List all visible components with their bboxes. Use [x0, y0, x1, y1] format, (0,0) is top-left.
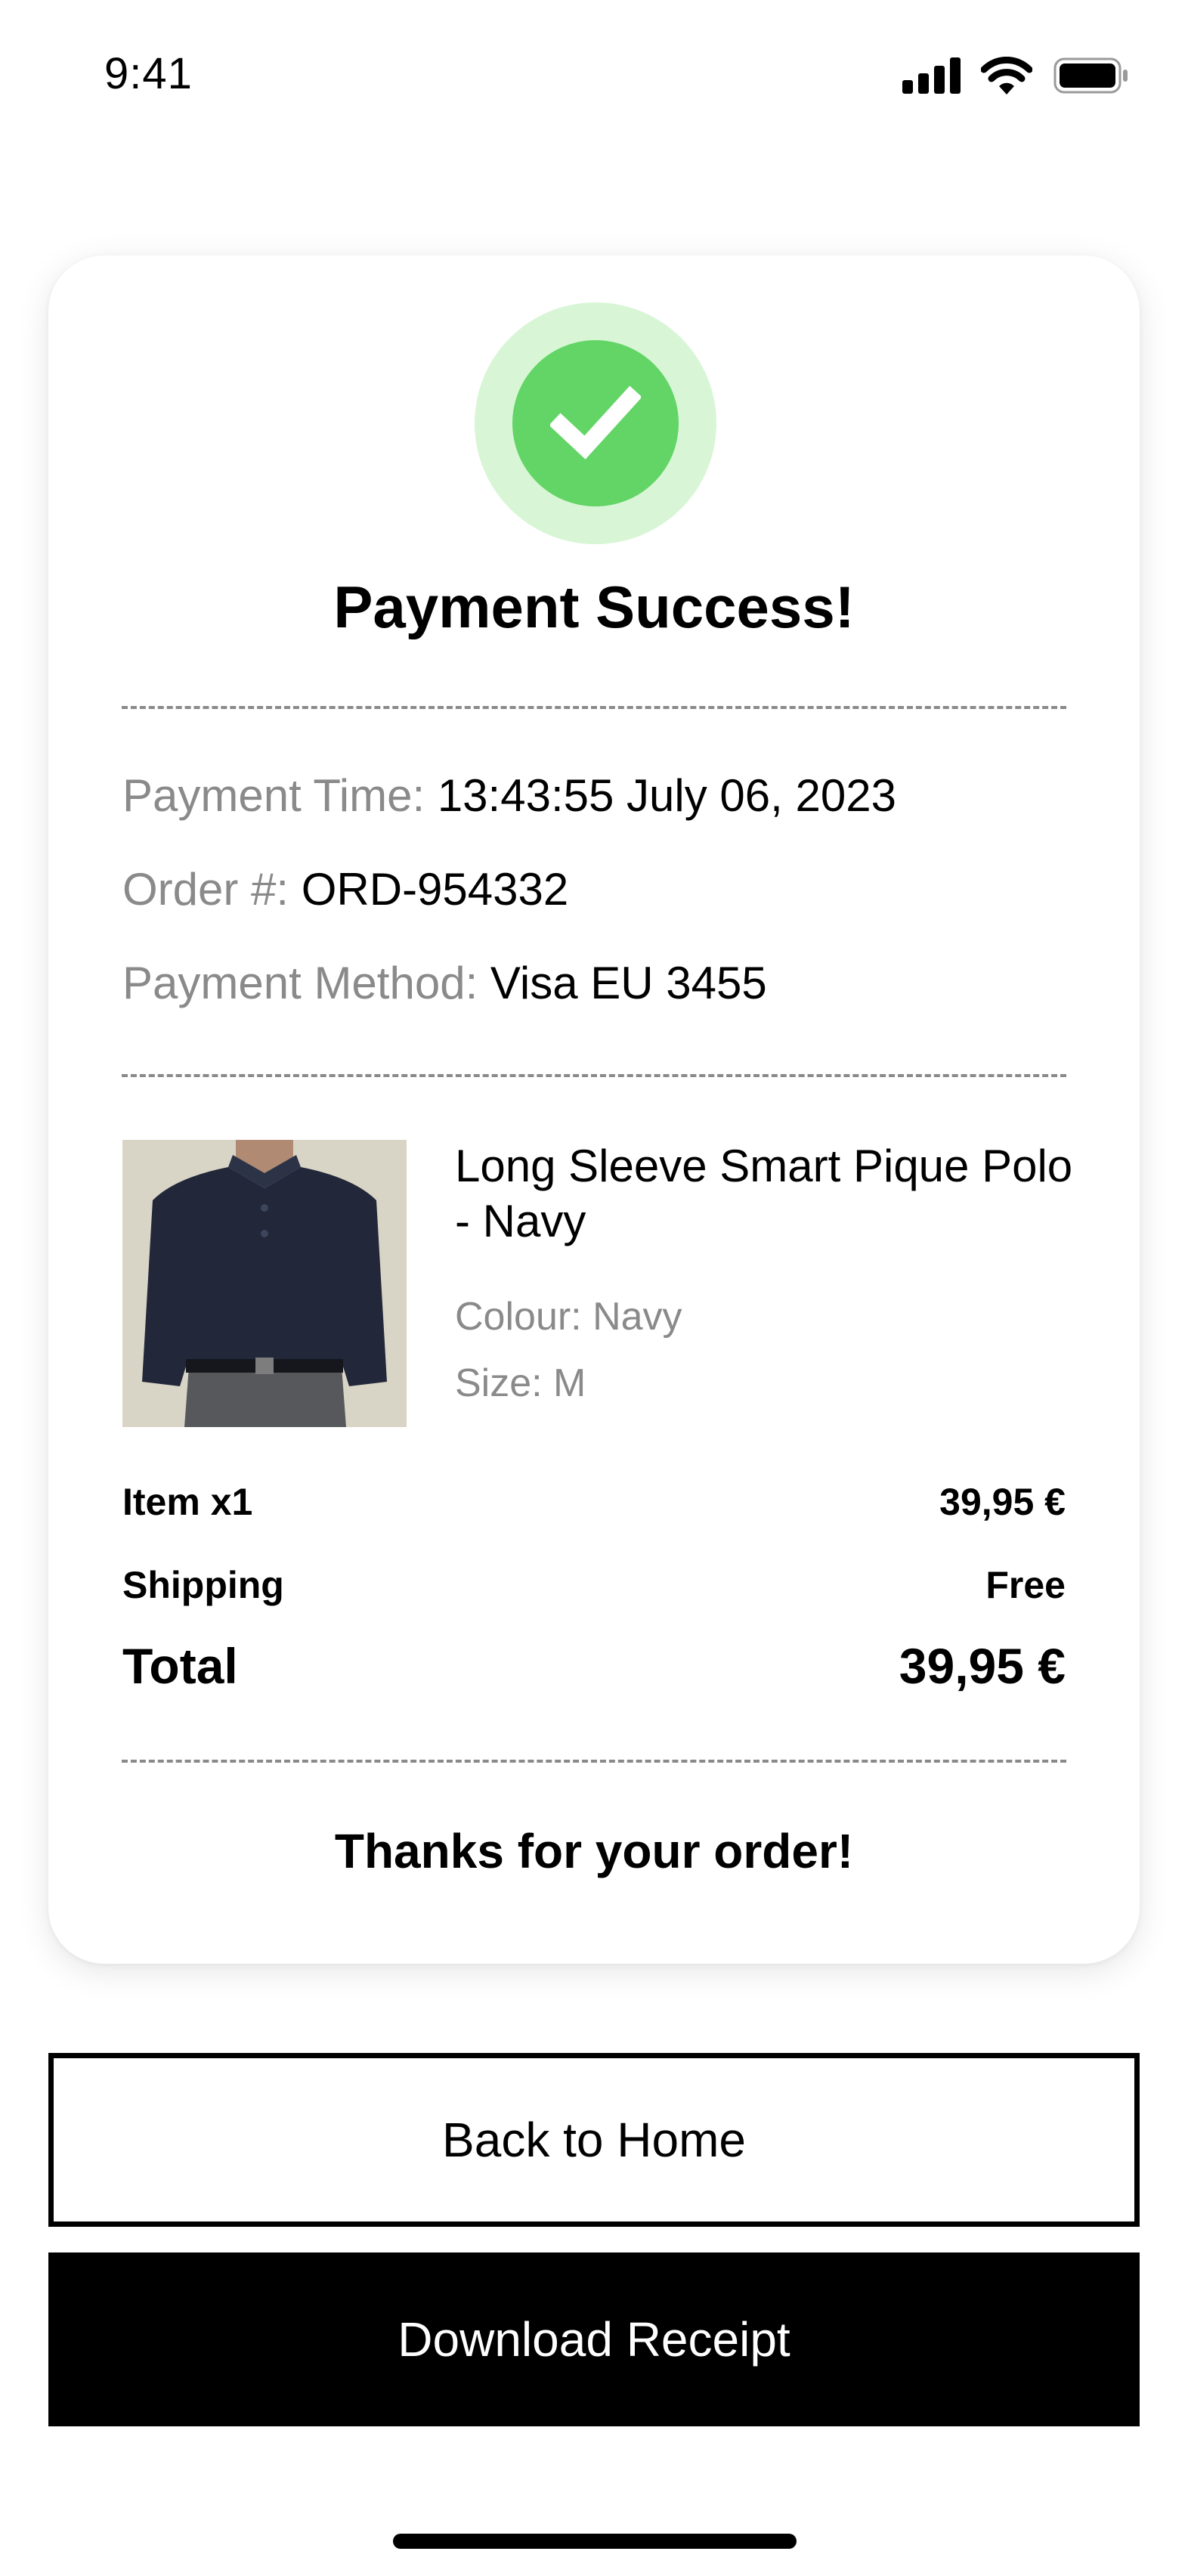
payment-time-value: 13:43:55 July 06, 2023: [437, 770, 896, 821]
status-icons: [902, 54, 1129, 97]
total-value: 39,95 €: [899, 1638, 1066, 1694]
dashed-divider: [122, 1760, 1066, 1763]
payment-time-row: Payment Time: 13:43:55 July 06, 2023: [122, 769, 896, 822]
download-receipt-button[interactable]: Download Receipt: [48, 2252, 1140, 2426]
battery-icon: [1053, 57, 1128, 94]
thanks-message: Thanks for your order!: [334, 1824, 854, 1878]
cellular-signal-icon: [902, 57, 961, 94]
product-size: Size: M: [455, 1361, 586, 1405]
total-label: Total: [122, 1638, 238, 1694]
order-number-value: ORD-954332: [301, 864, 569, 915]
home-indicator[interactable]: [393, 2534, 797, 2549]
shipping-label: Shipping: [122, 1564, 284, 1606]
order-number-row: Order #: ORD-954332: [122, 863, 568, 915]
payment-method-label: Payment Method:: [122, 958, 478, 1008]
payment-success-title: Payment Success!: [333, 574, 855, 640]
payment-method-value: Visa EU 3455: [490, 958, 767, 1008]
success-badge: [475, 302, 716, 544]
product-image: [122, 1140, 407, 1427]
dashed-divider: [122, 706, 1066, 709]
status-bar: 9:41: [0, 0, 1188, 151]
checkmark-icon: [550, 385, 641, 460]
dashed-divider: [122, 1074, 1066, 1077]
item-price-value: 39,95 €: [939, 1481, 1066, 1523]
navy-polo-shirt-photo: [122, 1140, 407, 1427]
back-to-home-button[interactable]: Back to Home: [48, 2053, 1140, 2227]
item-count-label: Item x1: [122, 1481, 253, 1523]
product-colour: Colour: Navy: [455, 1295, 682, 1339]
receipt-card: Payment Success! Payment Time: 13:43:55 …: [48, 255, 1140, 1964]
product-name: Long Sleeve Smart Pique Polo - Navy: [455, 1141, 1073, 1246]
order-number-label: Order #:: [122, 864, 289, 915]
wifi-icon: [981, 57, 1032, 94]
status-time: 9:41: [104, 49, 193, 98]
payment-time-label: Payment Time:: [122, 770, 425, 821]
payment-method-row: Payment Method: Visa EU 3455: [122, 957, 767, 1009]
shipping-value: Free: [985, 1564, 1066, 1606]
success-circle: [512, 340, 679, 506]
